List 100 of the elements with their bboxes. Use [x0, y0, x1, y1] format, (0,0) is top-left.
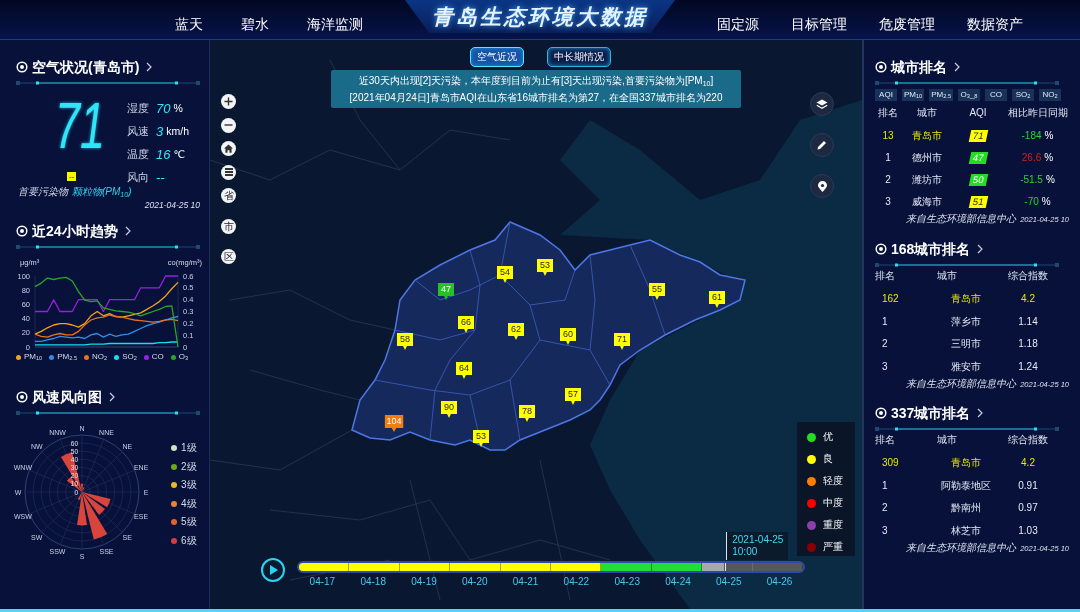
rank-cell: 2	[882, 502, 888, 515]
weather-value: --	[156, 169, 165, 185]
panel-title: 168城市排名	[891, 240, 971, 258]
rank-cell: 3	[885, 196, 891, 208]
layers-icon	[816, 98, 828, 110]
source-note: 来自生态环境部信息中心	[906, 378, 1017, 390]
chevron-right-icon[interactable]	[977, 244, 984, 254]
aqi-badge: 71	[968, 130, 988, 142]
map-tab[interactable]: 空气近况	[470, 47, 524, 67]
nav-link[interactable]: 固定源	[717, 15, 759, 32]
aqi-badge: 51	[968, 196, 988, 208]
weather-value: 16	[156, 146, 171, 162]
map-tab[interactable]: 中长期情况	[547, 47, 611, 67]
column-header: 城市	[917, 107, 937, 119]
index-cell: 0.91	[1018, 479, 1038, 492]
chevron-right-icon[interactable]	[124, 226, 131, 236]
pollutant-tab[interactable]: CO	[985, 89, 1007, 101]
legend-label: 6级	[181, 534, 197, 547]
legend-label: 重度	[823, 519, 843, 531]
nav-link[interactable]: 目标管理	[791, 15, 847, 32]
nav-link[interactable]: 数据资产	[967, 15, 1023, 32]
target-ring-icon	[875, 407, 887, 419]
column-header: 排名	[878, 107, 898, 119]
index-cell: 4.2	[1021, 457, 1035, 470]
column-header: 综合指数	[1008, 270, 1048, 282]
rank-cell: 2	[882, 338, 888, 351]
page-title: 青岛生态环境大数据	[405, 0, 675, 33]
pollutant-tab[interactable]: NO$_{2}$	[1039, 89, 1061, 101]
change-value: -70	[1024, 196, 1039, 208]
panel-title: 风速风向图	[32, 388, 102, 406]
date-label: 04-25	[716, 576, 742, 588]
city-cell: 潍坊市	[912, 174, 942, 186]
city-cell: 林芝市	[950, 524, 981, 537]
day-segment[interactable]	[702, 563, 753, 571]
nav-link[interactable]: 蓝天	[175, 15, 203, 32]
date-label: 04-17	[309, 576, 336, 588]
pollutant-label: 首要污染物	[18, 186, 68, 198]
update-time: 2021-04-25 10	[144, 200, 200, 210]
rank-cell: 3	[882, 360, 888, 373]
rank-cell: 2	[885, 174, 891, 186]
city-cell: 德州市	[912, 152, 942, 164]
weather-unit: km/h	[166, 124, 189, 138]
pollutant-tab[interactable]: O$_{3}$_$_{8}$	[958, 89, 980, 101]
nav-link[interactable]: 碧水	[241, 15, 269, 32]
panel-title: 空气状况(青岛市)	[32, 58, 140, 76]
city-cell: 青岛市	[912, 130, 942, 142]
rank-cell: 3	[882, 524, 888, 537]
tooltip-text: 2021-04-25	[732, 534, 784, 546]
chevron-right-icon[interactable]	[146, 62, 153, 72]
panel-title: 城市排名	[891, 58, 947, 76]
chevron-right-icon[interactable]	[109, 392, 115, 402]
column-header: 城市	[937, 434, 957, 446]
pollutant-tab[interactable]: PM$_{10}$	[902, 89, 925, 101]
weather-value: 70	[156, 100, 171, 116]
chevron-right-icon[interactable]	[977, 408, 984, 418]
rank-cell: 13	[882, 130, 894, 142]
rank-cell: 1	[885, 152, 891, 164]
chevron-right-icon[interactable]	[954, 62, 960, 72]
menu-icon	[224, 168, 233, 176]
legend-dot-icon	[143, 354, 149, 360]
target-ring-icon	[875, 61, 887, 73]
column-header: 排名	[875, 270, 895, 282]
date-label: 04-26	[766, 576, 793, 588]
tooltip-text: 10:00	[732, 546, 759, 558]
target-ring-icon	[16, 225, 28, 237]
weather-value: 3	[156, 123, 164, 139]
nav-link[interactable]: 海洋监测	[307, 15, 363, 32]
column-header: AQI	[969, 107, 987, 119]
change-unit: %	[1044, 130, 1054, 142]
legend-dot-icon	[49, 354, 55, 360]
pollutant-tab[interactable]: AQI	[875, 89, 897, 101]
change-value: 26.6	[1021, 152, 1042, 164]
location-pin-icon	[817, 180, 827, 192]
timeline-track[interactable]	[297, 561, 805, 573]
change-unit: %	[1044, 152, 1054, 164]
panel-title: 337城市排名	[891, 404, 971, 422]
legend-dot-icon	[16, 354, 21, 360]
change-value: -51.5	[1020, 174, 1043, 186]
pollutant-tab[interactable]: PM$_{2.5}$	[929, 89, 953, 101]
column-header: 排名	[875, 434, 895, 446]
timeline-cursor[interactable]	[724, 563, 727, 571]
date-label: 04-24	[665, 576, 691, 588]
legend-label: PM$_{2.5}$	[57, 352, 77, 362]
legend-label: SO$_{2}$	[122, 352, 137, 362]
weather-label: 风向	[127, 170, 149, 184]
column-header: 相比昨日同期	[1007, 107, 1068, 119]
source-note: 来自生态环境部信息中心	[906, 213, 1017, 225]
target-ring-icon	[16, 61, 28, 73]
legend-label: PM$_{10}$	[24, 352, 43, 362]
pollutant-tab[interactable]: SO$_{2}$	[1012, 89, 1034, 101]
weather-label: 风速	[127, 124, 149, 138]
pen-icon	[817, 140, 827, 150]
weather-unit: %	[173, 101, 183, 115]
play-icon	[270, 565, 278, 575]
legend-dot-icon	[170, 354, 176, 360]
nav-link[interactable]: 危废管理	[879, 15, 935, 32]
legend-label: 2级	[181, 460, 197, 473]
change-unit: %	[1041, 196, 1051, 208]
home-icon	[224, 144, 233, 153]
change-value: -184	[1021, 130, 1042, 142]
